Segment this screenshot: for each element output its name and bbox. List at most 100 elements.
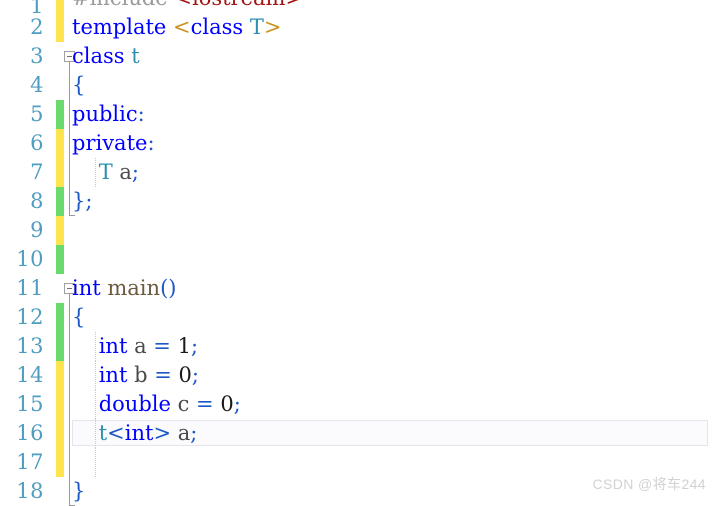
code-line-list: 1#include <iostream>2template <class T>3… — [0, 0, 716, 506]
change-bar-yellow — [56, 419, 64, 448]
line-number: 17 — [16, 450, 44, 474]
code-line[interactable]: 11 int main() — [0, 274, 716, 303]
token-kw: int — [98, 334, 128, 358]
code-line[interactable]: 4{ — [0, 71, 716, 100]
token-brace: } — [72, 189, 86, 213]
code-line[interactable]: 1 #include <iostream> — [0, 0, 716, 13]
token-id — [72, 392, 99, 416]
change-bar-yellow — [56, 390, 64, 419]
token-id: b — [127, 363, 155, 387]
fold-rail — [69, 71, 70, 100]
token-punct: ; — [233, 392, 241, 416]
token-fn: main — [107, 276, 161, 300]
token-ang: < — [173, 15, 191, 39]
fold-rail — [69, 448, 70, 477]
line-number: 11 — [16, 276, 44, 300]
line-number: 9 — [30, 218, 44, 242]
change-bar-yellow — [56, 13, 64, 42]
code-text[interactable]: }; — [72, 187, 92, 216]
code-line[interactable]: 16 t<int> a; — [0, 419, 716, 448]
code-text[interactable]: t<int> a; — [72, 419, 198, 448]
token-punct: ; — [191, 363, 199, 387]
code-line[interactable]: 8}; — [0, 187, 716, 216]
token-str: <iostream> — [174, 0, 303, 10]
token-id: a — [171, 421, 191, 445]
code-text[interactable]: int b = 0; — [72, 361, 199, 390]
change-bar-none — [56, 42, 64, 71]
token-id — [72, 160, 99, 184]
change-bar-green — [56, 303, 64, 332]
line-number: 12 — [16, 305, 44, 329]
token-id — [72, 421, 99, 445]
code-line[interactable]: 13 int a = 1; — [0, 332, 716, 361]
code-text[interactable]: private: — [72, 129, 155, 158]
fold-rail — [69, 62, 70, 71]
change-bar-yellow — [56, 0, 64, 13]
fold-rail — [69, 361, 70, 390]
fold-rail — [69, 158, 70, 187]
token-kw: class — [72, 44, 125, 68]
line-number: 4 — [30, 73, 44, 97]
change-bar-none — [56, 71, 64, 100]
token-punct: ; — [190, 421, 198, 445]
token-punct: ; — [85, 189, 93, 213]
token-typ: t — [98, 421, 108, 445]
change-bar-yellow — [56, 361, 64, 390]
token-num: 0 — [220, 392, 234, 416]
code-line[interactable]: 12 { — [0, 303, 716, 332]
token-punct: : — [137, 102, 145, 126]
code-line[interactable]: 5 public: — [0, 100, 716, 129]
token-kw: template — [72, 15, 174, 39]
token-typ: T — [249, 15, 264, 39]
line-number: 8 — [30, 189, 44, 213]
token-num: 1 — [177, 334, 191, 358]
token-id — [171, 334, 178, 358]
token-kw: class — [190, 15, 244, 39]
code-line[interactable]: 14 int b = 0; — [0, 361, 716, 390]
change-bar-green — [56, 245, 64, 274]
code-text[interactable]: double c = 0; — [72, 390, 241, 419]
change-bar-yellow — [56, 158, 64, 187]
token-punct: ; — [131, 160, 139, 184]
code-text[interactable]: { — [72, 303, 85, 332]
code-text[interactable]: template <class T> — [72, 13, 282, 42]
code-text[interactable]: int main() — [72, 274, 176, 303]
token-punct: = — [153, 334, 171, 358]
token-id — [72, 334, 99, 358]
token-kw: private — [72, 131, 148, 155]
token-id: c — [170, 392, 197, 416]
code-line[interactable]: 15 double c = 0; — [0, 390, 716, 419]
token-brace: { — [72, 305, 86, 329]
code-line[interactable]: 17 — [0, 448, 716, 477]
line-number: 1 — [30, 0, 44, 13]
change-bar-yellow — [56, 129, 64, 158]
code-text[interactable]: T a; — [72, 158, 139, 187]
token-id — [243, 15, 250, 39]
code-text[interactable]: { — [72, 71, 85, 100]
code-text[interactable]: #include <iostream> — [72, 0, 303, 13]
code-line[interactable]: 10 — [0, 245, 716, 274]
code-line[interactable]: 2 template <class T> — [0, 13, 716, 42]
code-editor[interactable]: 1#include <iostream>2template <class T>3… — [0, 0, 716, 506]
token-brace: { — [72, 73, 86, 97]
code-line[interactable]: 6 private: — [0, 129, 716, 158]
code-line[interactable]: 3 class t — [0, 42, 716, 71]
token-punct: > — [153, 421, 172, 445]
token-kw: public — [72, 102, 138, 126]
token-id: a — [112, 160, 132, 184]
change-bar-none — [56, 274, 64, 303]
fold-rail — [69, 332, 70, 361]
token-typ: T — [98, 160, 113, 184]
code-line[interactable]: 7 T a; — [0, 158, 716, 187]
code-text[interactable]: int a = 1; — [72, 332, 198, 361]
code-text[interactable]: class t — [72, 42, 140, 71]
code-line[interactable]: 9 — [0, 216, 716, 245]
line-number: 2 — [30, 15, 44, 39]
token-kw: double — [98, 392, 171, 416]
code-text[interactable]: public: — [72, 100, 145, 129]
fold-rail — [69, 187, 75, 216]
line-number: 13 — [16, 334, 44, 358]
indent-guide — [95, 448, 96, 477]
line-number: 5 — [30, 102, 44, 126]
line-number: 14 — [16, 363, 44, 387]
